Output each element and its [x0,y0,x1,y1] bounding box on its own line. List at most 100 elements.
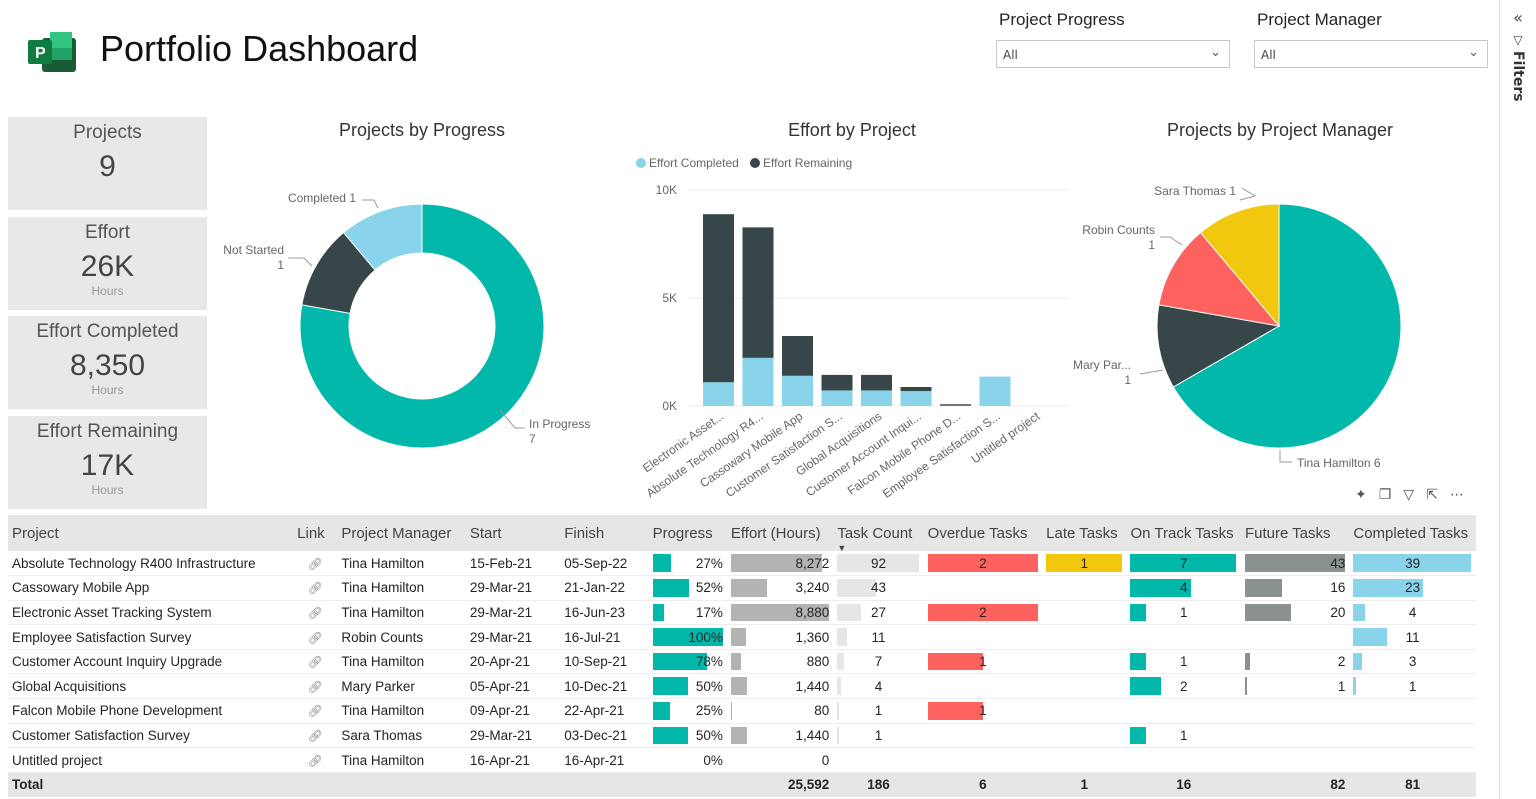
data-bar [730,726,747,745]
total-cell [337,772,466,797]
y-tick-label: 5K [662,291,677,305]
table-row[interactable]: Absolute Technology R400 Infrastructure 🔗… [8,551,1476,577]
cell-finish: 21-Jan-22 [560,575,649,601]
filters-pane[interactable]: « ▽ Filters [1499,0,1536,799]
table-row[interactable]: Electronic Asset Tracking System 🔗︎ Tina H… [8,600,1476,626]
table-row[interactable]: Customer Account Inquiry Upgrade 🔗︎ Tina H… [8,649,1476,675]
table-row[interactable]: Global Acquisitions 🔗︎ Mary Parker 05-Apr-2… [8,673,1476,700]
data-bar [652,603,665,622]
column-header[interactable]: Future Tasks [1240,515,1350,551]
cell-link: 🔗︎ [293,698,338,724]
bar-segment[interactable] [703,214,734,383]
link-icon[interactable]: 🔗︎ [308,631,323,645]
cell-start: 05-Apr-21 [465,673,561,700]
bar-segment[interactable] [861,374,892,391]
leader-line [1279,450,1292,463]
data-bar [1244,677,1248,696]
cell-future-tasks: 1 [1240,673,1350,700]
link-icon[interactable]: 🔗︎ [308,680,323,694]
cell-text: 1 [1179,727,1188,743]
link-icon[interactable]: 🔗︎ [308,606,323,620]
column-header[interactable]: Late Tasks [1042,515,1127,551]
cell-task-count: 27 [833,600,924,626]
cell-text: 17% [695,604,723,620]
cell-text: 29-Mar-21 [469,604,533,620]
copy-icon[interactable]: ❐ [1379,487,1404,503]
bar-segment[interactable] [861,390,892,406]
link-icon[interactable]: 🔗︎ [308,729,323,743]
bar-segment[interactable] [782,336,813,376]
cell-link: 🔗︎ [293,575,338,601]
bar-segment[interactable] [821,390,853,406]
focus-mode-icon[interactable]: ⇱ [1426,487,1450,503]
bar-segment[interactable] [900,386,932,392]
bar-segment[interactable] [782,375,813,406]
column-header[interactable]: Progress [648,515,727,551]
data-bar [1130,726,1146,745]
bar-segment[interactable] [742,357,774,406]
link-icon[interactable]: 🔗︎ [308,557,323,571]
collapse-icon[interactable]: « [1500,8,1536,27]
column-header[interactable]: Finish [560,515,649,551]
link-icon[interactable]: 🔗︎ [308,581,323,595]
visual-header-icons: ✦❐▽⇱⋯ [1355,487,1476,503]
cell-completed-tasks [1349,698,1476,724]
cell-link: 🔗︎ [293,624,338,650]
cell-text: 03-Dec-21 [564,727,628,743]
pin-icon[interactable]: ✦ [1355,487,1379,503]
link-icon[interactable]: 🔗︎ [308,754,323,768]
column-header[interactable]: On Track Tasks [1126,515,1241,551]
bar-segment[interactable] [821,374,853,391]
cell-finish: 16-Jul-21 [560,624,649,650]
filter-icon[interactable]: ▽ [1403,487,1426,503]
total-row: Total 25,592 186 6 1 16 82 81 [8,772,1476,797]
data-bar [837,726,839,745]
table-row[interactable]: Employee Satisfaction Survey 🔗︎ Robin Coun… [8,624,1476,650]
table-row[interactable]: Cassowary Mobile App 🔗︎ Tina Hamilton 29-Ma… [8,575,1476,601]
cell-text: 1 [979,654,987,670]
cell-project-manager: Tina Hamilton [337,649,466,675]
cell-project-manager: Tina Hamilton [337,698,466,724]
cell-completed-tasks [1349,747,1476,773]
column-header[interactable]: Link [293,515,338,551]
column-header[interactable]: Overdue Tasks [923,515,1043,551]
cell-text: 05-Apr-21 [469,678,530,694]
cell-task-count: 11 [833,624,924,650]
cell-text: 21-Jan-22 [564,580,626,596]
table-row[interactable]: Falcon Mobile Phone Development 🔗︎ Tina Ha… [8,698,1476,724]
more-options-icon[interactable]: ⋯ [1450,487,1476,503]
cell-text: 92 [870,555,886,571]
bar-segment[interactable] [979,376,1011,406]
link-icon[interactable]: 🔗︎ [308,704,323,718]
legend-label[interactable]: Effort Completed [649,156,739,170]
column-header[interactable]: Completed Tasks [1349,515,1476,551]
cell-task-count: 43 [833,575,924,601]
bar-segment[interactable] [742,227,774,358]
total-cell: 25,592 [726,772,834,797]
table-row[interactable]: Untitled project 🔗︎ Tina Hamilton 16-Apr-21… [8,747,1476,773]
column-header[interactable]: Project Manager [337,515,466,551]
cell-completed-tasks: 23 [1349,575,1476,601]
leader-line [288,257,313,267]
cell-late-tasks: 1 [1042,551,1127,577]
legend-label[interactable]: Effort Remaining [763,156,852,170]
column-header[interactable]: Start [465,515,561,551]
column-header[interactable]: Effort (Hours) [726,515,834,551]
cell-text: 15-Feb-21 [469,555,533,571]
cell-finish: 16-Apr-21 [560,747,649,773]
link-icon[interactable]: 🔗︎ [308,655,323,669]
bar-segment[interactable] [940,404,971,406]
table-row[interactable]: Customer Satisfaction Survey 🔗︎ Sara Thoma… [8,723,1476,749]
total-cell: 186 [833,772,924,797]
cell-text: 1 [1179,654,1188,670]
data-bar [652,554,672,573]
column-header[interactable]: Task Count ▼ [833,515,924,553]
leader-line [1239,187,1257,201]
total-cell [465,772,561,797]
cell-finish: 05-Sep-22 [560,551,649,577]
cell-text: 1 [1408,678,1417,694]
column-header[interactable]: Project [8,515,294,551]
bar-segment[interactable] [703,382,734,406]
cell-text: 4 [1408,604,1417,620]
bar-segment[interactable] [900,391,932,406]
